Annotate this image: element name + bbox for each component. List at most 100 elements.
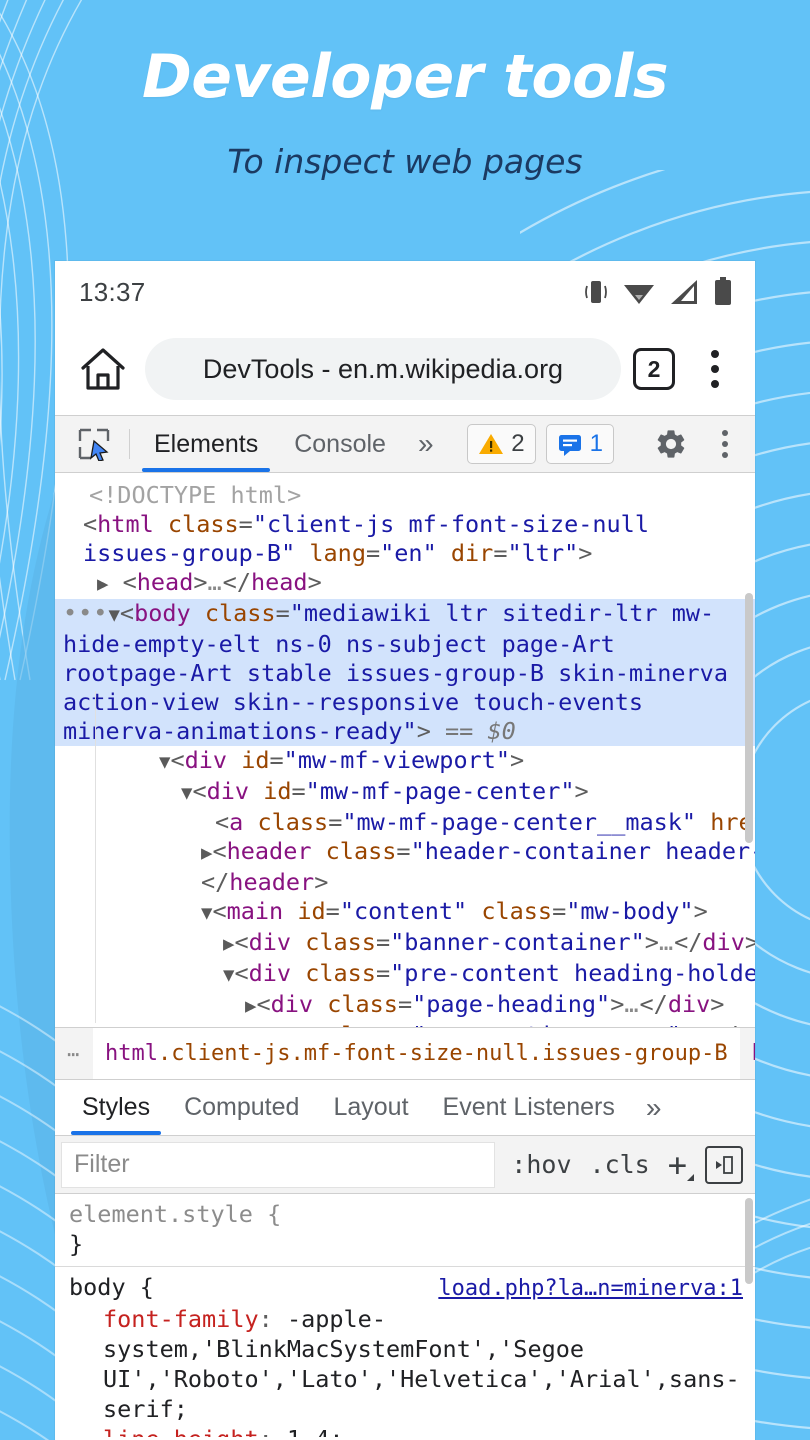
breadcrumb-item-body[interactable]: body.mediaw bbox=[740, 1028, 755, 1079]
inspect-element-icon bbox=[77, 427, 111, 461]
style-rule-element-style[interactable]: element.style { } bbox=[55, 1194, 755, 1266]
declaration-property: line-height bbox=[103, 1425, 259, 1437]
tab-elements[interactable]: Elements bbox=[136, 416, 276, 472]
status-bar: 13:37 bbox=[55, 261, 755, 323]
styles-rules-panel[interactable]: element.style { } body { load.php?la…n=m… bbox=[55, 1194, 755, 1437]
page-subtitle: To inspect web pages bbox=[227, 142, 582, 181]
vibrate-icon bbox=[583, 278, 609, 306]
battery-icon bbox=[713, 277, 733, 307]
browser-menu-button[interactable] bbox=[693, 346, 737, 392]
url-bar[interactable]: DevTools - en.m.wikipedia.org bbox=[145, 338, 621, 400]
devtools-tab-list: Elements Console bbox=[136, 416, 404, 472]
stylesheet-source-link[interactable]: load.php?la…n=minerva:1 bbox=[438, 1274, 743, 1304]
styles-scrollbar[interactable] bbox=[745, 1198, 753, 1284]
chevron-double-right-icon: » bbox=[418, 428, 434, 460]
dom-line-header-close[interactable]: </header> bbox=[55, 868, 755, 897]
declaration-property: font-family bbox=[103, 1305, 259, 1333]
dom-line-viewport[interactable]: ▼<div id="mw-mf-viewport"> bbox=[55, 746, 755, 777]
tab-computed-label: Computed bbox=[184, 1093, 299, 1122]
tab-styles-label: Styles bbox=[82, 1093, 150, 1122]
declaration-font-family[interactable]: font-family: -apple-system,'BlinkMacSyst… bbox=[55, 1304, 755, 1424]
kebab-dot bbox=[711, 365, 719, 373]
settings-button[interactable] bbox=[647, 427, 695, 461]
browser-toolbar: DevTools - en.m.wikipedia.org 2 bbox=[55, 323, 755, 415]
dom-line-page-heading[interactable]: ▶<div class="page-heading">…</div> bbox=[55, 990, 755, 1021]
warning-triangle-icon bbox=[478, 432, 504, 456]
dom-line-head[interactable]: ▶ <head>…</head> bbox=[55, 568, 755, 599]
styles-pane-tab-list: Styles Computed Layout Event Listeners » bbox=[55, 1079, 755, 1136]
dom-line-doctype[interactable]: <!DOCTYPE html> bbox=[55, 481, 755, 510]
status-icon-group bbox=[583, 277, 733, 307]
styles-filter-tools: :hov .cls + bbox=[495, 1146, 755, 1184]
style-rule-body[interactable]: body { load.php?la…n=minerva:1 font-fami… bbox=[55, 1266, 755, 1437]
rule-closing-brace: } bbox=[55, 1229, 755, 1259]
chevron-double-right-icon: » bbox=[646, 1092, 662, 1124]
styles-filter-placeholder: Filter bbox=[74, 1150, 130, 1179]
home-button[interactable] bbox=[75, 341, 131, 397]
kebab-dot bbox=[711, 380, 719, 388]
styles-more-tabs-button[interactable]: » bbox=[632, 1080, 676, 1135]
styles-filter-row: Filter :hov .cls + bbox=[55, 1136, 755, 1194]
new-style-rule-button[interactable]: + bbox=[668, 1149, 687, 1181]
tree-indent-guide bbox=[95, 691, 96, 1023]
tab-event-listeners[interactable]: Event Listeners bbox=[426, 1080, 632, 1135]
status-time: 13:37 bbox=[79, 277, 146, 308]
tab-console[interactable]: Console bbox=[276, 416, 404, 472]
tab-layout[interactable]: Layout bbox=[316, 1080, 425, 1135]
breadcrumb-overflow-left[interactable]: ⋯ bbox=[55, 1028, 93, 1079]
gear-icon bbox=[654, 427, 688, 461]
tab-console-label: Console bbox=[294, 430, 386, 459]
breadcrumb-ellipsis-left: ⋯ bbox=[67, 1042, 81, 1066]
issues-badge[interactable]: 1 bbox=[546, 424, 614, 464]
more-tabs-button[interactable]: » bbox=[404, 416, 448, 472]
breadcrumb-html-tag: html bbox=[105, 1041, 158, 1066]
warnings-count: 2 bbox=[511, 430, 524, 458]
dom-line-pre-content[interactable]: ▼<div class="pre-content heading-holder"… bbox=[55, 959, 755, 990]
tab-computed[interactable]: Computed bbox=[167, 1080, 316, 1135]
styles-filter-input[interactable]: Filter bbox=[61, 1142, 495, 1188]
dom-line-body-open[interactable]: •••▼<body class="mediawiki ltr sitedir-l… bbox=[55, 599, 755, 746]
tab-switcher-button[interactable]: 2 bbox=[633, 348, 675, 390]
rule-selector-row: body { load.php?la…n=minerva:1 bbox=[55, 1272, 755, 1304]
dom-line-html-open[interactable]: <html class="client-js mf-font-size-null… bbox=[55, 510, 755, 568]
inspect-element-button[interactable] bbox=[65, 416, 123, 472]
dom-tree-panel[interactable]: <!DOCTYPE html> <html class="client-js m… bbox=[55, 473, 755, 1027]
wifi-icon bbox=[623, 279, 655, 305]
tab-layout-label: Layout bbox=[333, 1093, 408, 1122]
kebab-dot bbox=[722, 452, 728, 458]
kebab-dot bbox=[722, 441, 728, 447]
signal-icon bbox=[669, 279, 699, 305]
dom-line-main[interactable]: ▼<main id="content" class="mw-body"> bbox=[55, 897, 755, 928]
hero-section: Developer tools To inspect web pages bbox=[0, 0, 810, 250]
dom-tree-scrollbar[interactable] bbox=[745, 593, 753, 843]
dom-line-header[interactable]: ▶<header class="header-container header-… bbox=[55, 837, 755, 868]
tab-count-label: 2 bbox=[648, 356, 661, 383]
dom-line-mask-anchor[interactable]: <a class="mw-mf-page-center__mask" href=… bbox=[55, 808, 755, 837]
breadcrumb-body-tag: body bbox=[752, 1041, 755, 1066]
dom-line-page-actions[interactable]: ▶<nav class="page-actions-menu">…</nav> bbox=[55, 1021, 755, 1027]
declaration-line-height[interactable]: line-height: 1.4; bbox=[55, 1424, 755, 1437]
warnings-badge[interactable]: 2 bbox=[467, 424, 535, 464]
breadcrumb: ⋯ html.client-js.mf-font-size-null.issue… bbox=[55, 1027, 755, 1079]
tab-event-listeners-label: Event Listeners bbox=[443, 1093, 615, 1122]
issues-count: 1 bbox=[590, 430, 603, 458]
tab-styles[interactable]: Styles bbox=[65, 1080, 167, 1135]
rule-selector-row: element.style { bbox=[55, 1199, 755, 1229]
home-icon bbox=[79, 346, 127, 392]
devtools-overflow-button[interactable] bbox=[705, 430, 745, 458]
phone-screenshot: 13:37 bbox=[55, 261, 755, 1440]
dock-to-side-icon bbox=[714, 1155, 734, 1175]
devtools-toolbar: Elements Console » 2 bbox=[55, 415, 755, 473]
rule-selector: body { bbox=[69, 1272, 154, 1302]
toolbar-divider bbox=[129, 429, 130, 459]
toggle-hover-state-button[interactable]: :hov bbox=[511, 1150, 571, 1179]
breadcrumb-item-html[interactable]: html.client-js.mf-font-size-null.issues-… bbox=[93, 1028, 740, 1079]
dom-line-banner[interactable]: ▶<div class="banner-container">…</div> bbox=[55, 928, 755, 959]
issues-message-icon bbox=[557, 432, 583, 456]
dock-to-side-button[interactable] bbox=[705, 1146, 743, 1184]
page-title: Developer tools bbox=[142, 42, 668, 112]
toggle-class-editor-button[interactable]: .cls bbox=[590, 1150, 650, 1179]
kebab-dot bbox=[722, 430, 728, 436]
dom-line-page-center[interactable]: ▼<div id="mw-mf-page-center"> bbox=[55, 777, 755, 808]
devtools-toolbar-right: 2 1 bbox=[467, 416, 755, 472]
